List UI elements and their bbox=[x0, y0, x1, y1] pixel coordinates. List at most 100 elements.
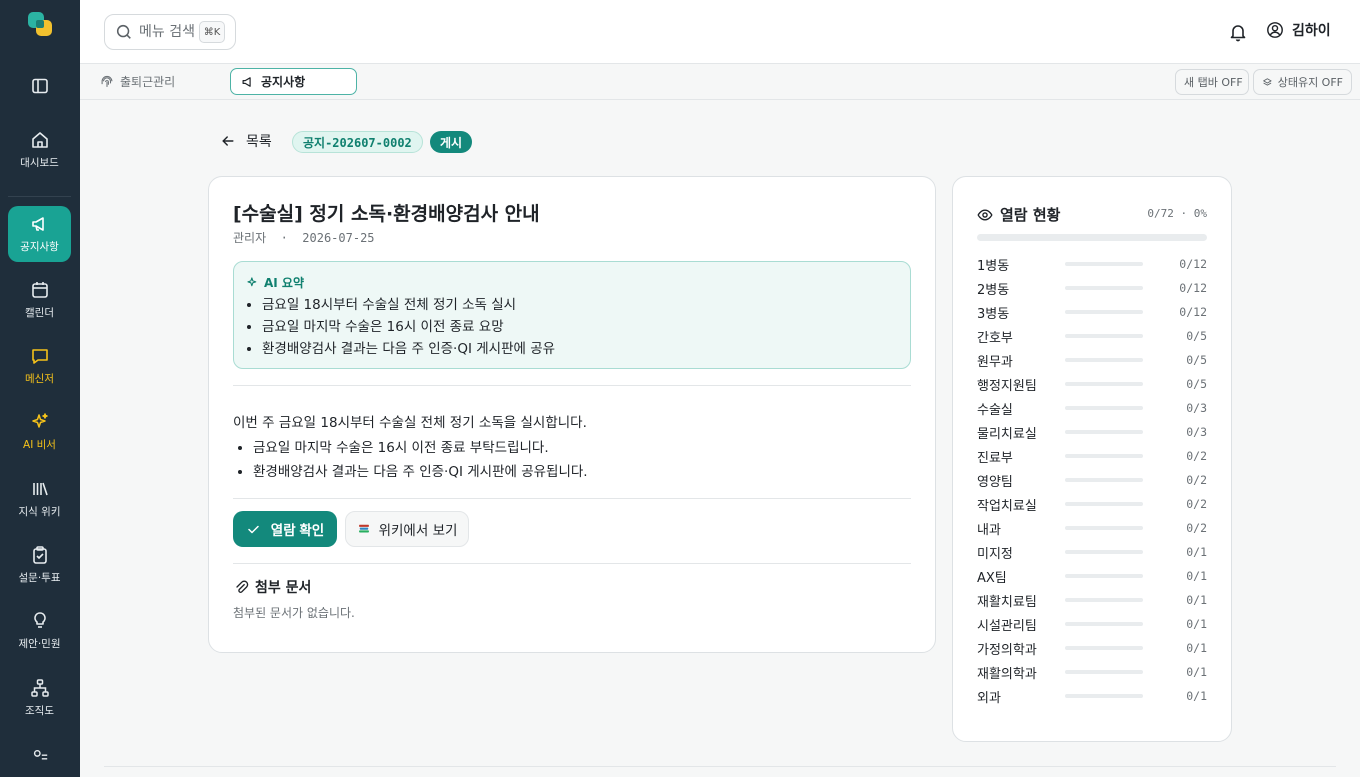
list-item: 미지정 0/1 bbox=[977, 540, 1207, 564]
sidebar-item-label: 설문·투표 bbox=[18, 572, 61, 584]
department-count: 0/2 bbox=[1186, 473, 1207, 487]
user-group-icon[interactable] bbox=[31, 748, 49, 766]
department-count: 0/5 bbox=[1186, 329, 1207, 343]
sidebar-item-messenger[interactable]: 메신저 bbox=[8, 338, 71, 394]
ai-summary-box: AI 요약 금요일 18시부터 수술실 전체 정기 소독 실시 금요일 마지막 … bbox=[233, 261, 911, 369]
sidebar-item-notice[interactable]: 공지사항 bbox=[8, 206, 71, 262]
new-tab-toggle[interactable]: 새 탭바 OFF bbox=[1175, 69, 1249, 95]
user-name: 김하이 bbox=[1292, 23, 1331, 39]
department-progress-bar bbox=[1065, 430, 1143, 434]
list-item: 금요일 마지막 수술은 16시 이전 종료 부탁드립니다. bbox=[253, 436, 588, 460]
department-count: 0/1 bbox=[1186, 593, 1207, 607]
sidebar: 대시보드 공지사항 캘린더 메신저 AI 비서 지식 위키 설문·투표 제안·민… bbox=[0, 0, 80, 777]
clipboard-icon bbox=[32, 546, 47, 564]
sidebar-item-suggestions[interactable]: 제안·민원 bbox=[8, 603, 71, 659]
department-name: 물리치료실 bbox=[977, 426, 1037, 442]
department-progress-bar bbox=[1065, 670, 1143, 674]
department-name: AX팀 bbox=[977, 570, 1007, 586]
department-name: 영양팀 bbox=[977, 474, 1013, 490]
bell-icon[interactable] bbox=[1228, 22, 1248, 42]
meta-separator: · bbox=[280, 231, 288, 245]
ai-summary-label: AI 요약 bbox=[264, 276, 305, 290]
sidebar-toggle-icon[interactable] bbox=[30, 76, 50, 96]
tab-label: 출퇴근관리 bbox=[120, 75, 176, 89]
status-badge: 게시 bbox=[430, 131, 473, 153]
attachments-label: 첨부 문서 bbox=[255, 580, 312, 596]
department-progress-bar bbox=[1065, 646, 1143, 650]
department-name: 간호부 bbox=[977, 330, 1013, 346]
sidebar-item-wiki[interactable]: 지식 위키 bbox=[8, 471, 71, 527]
footer-divider bbox=[104, 766, 1336, 767]
notice-card: [수술실] 정기 소독·환경배양검사 안내 관리자 · 2026-07-25 A… bbox=[208, 176, 936, 653]
tab-attendance[interactable]: 출퇴근관리 bbox=[90, 68, 185, 95]
back-to-list-button[interactable]: 목록 bbox=[220, 131, 272, 151]
list-item: 환경배양검사 결과는 다음 주 인증·QI 게시판에 공유됩니다. bbox=[253, 460, 588, 484]
app-logo[interactable] bbox=[28, 12, 54, 38]
divider bbox=[233, 385, 911, 386]
top-header: ⌘K 김하이 bbox=[80, 0, 1360, 64]
sparkle-icon bbox=[247, 277, 257, 287]
list-item: 시설관리팀 0/1 bbox=[977, 612, 1207, 636]
fingerprint-icon bbox=[101, 75, 113, 87]
list-item: 작업치료실 0/2 bbox=[977, 492, 1207, 516]
menu-search[interactable]: ⌘K bbox=[104, 14, 236, 50]
list-item: 행정지원팀 0/5 bbox=[977, 372, 1207, 396]
department-name: 수술실 bbox=[977, 402, 1013, 418]
department-name: 외과 bbox=[977, 690, 1001, 706]
department-name: 가정의학과 bbox=[977, 642, 1037, 658]
department-progress-bar bbox=[1065, 526, 1143, 530]
department-count: 0/1 bbox=[1186, 665, 1207, 679]
notice-date: 2026-07-25 bbox=[302, 231, 375, 245]
user-menu[interactable]: 김하이 bbox=[1266, 20, 1331, 40]
sidebar-item-calendar[interactable]: 캘린더 bbox=[8, 272, 71, 328]
toggle-label: 새 탭바 OFF bbox=[1184, 76, 1243, 89]
confirm-read-button[interactable]: 열람 확인 bbox=[233, 511, 337, 547]
department-progress-bar bbox=[1065, 286, 1143, 290]
chat-icon bbox=[31, 349, 48, 364]
tab-notice[interactable]: 공지사항 bbox=[230, 68, 357, 95]
sparkle-icon bbox=[31, 413, 48, 428]
list-item: 재활치료팀 0/1 bbox=[977, 588, 1207, 612]
divider bbox=[233, 498, 911, 499]
department-count: 0/12 bbox=[1179, 281, 1207, 295]
department-name: 진료부 bbox=[977, 450, 1013, 466]
list-item: 3병동 0/12 bbox=[977, 300, 1207, 324]
sidebar-item-label: AI 비서 bbox=[23, 439, 56, 451]
button-label: 열람 확인 bbox=[270, 523, 325, 538]
department-name: 3병동 bbox=[977, 306, 1010, 322]
department-count: 0/3 bbox=[1186, 401, 1207, 415]
department-progress-bar bbox=[1065, 478, 1143, 482]
department-count: 0/12 bbox=[1179, 305, 1207, 319]
department-progress-bar bbox=[1065, 358, 1143, 362]
calendar-icon bbox=[31, 282, 48, 298]
button-label: 위키에서 보기 bbox=[378, 523, 458, 539]
attachments-empty-text: 첨부된 문서가 없습니다. bbox=[233, 606, 355, 620]
sidebar-item-ai-assistant[interactable]: AI 비서 bbox=[8, 404, 71, 460]
department-count: 0/1 bbox=[1186, 641, 1207, 655]
org-chart-icon bbox=[30, 679, 49, 697]
library-icon bbox=[32, 482, 48, 496]
sidebar-item-survey[interactable]: 설문·투표 bbox=[8, 537, 71, 593]
department-count: 0/2 bbox=[1186, 521, 1207, 535]
read-status-header: 열람 현황 bbox=[977, 204, 1060, 225]
sidebar-item-label: 조직도 bbox=[25, 705, 54, 717]
department-name: 미지정 bbox=[977, 546, 1013, 562]
department-name: 내과 bbox=[977, 522, 1001, 538]
view-in-wiki-button[interactable]: 위키에서 보기 bbox=[345, 511, 469, 547]
total-progress-bar bbox=[977, 234, 1207, 241]
sidebar-item-dashboard[interactable]: 대시보드 bbox=[8, 122, 71, 178]
department-progress-bar bbox=[1065, 310, 1143, 314]
tab-bar: 출퇴근관리 공지사항 새 탭바 OFF 상태유지 OFF bbox=[80, 64, 1360, 100]
sidebar-item-org-chart[interactable]: 조직도 bbox=[8, 670, 71, 726]
notice-meta: 관리자 · 2026-07-25 bbox=[233, 229, 375, 246]
department-progress-bar bbox=[1065, 574, 1143, 578]
department-progress-bar bbox=[1065, 502, 1143, 506]
department-name: 시설관리팀 bbox=[977, 618, 1037, 634]
keep-state-toggle[interactable]: 상태유지 OFF bbox=[1253, 69, 1352, 95]
books-icon bbox=[358, 524, 369, 533]
search-input[interactable] bbox=[139, 24, 197, 40]
list-item: 금요일 18시부터 수술실 전체 정기 소독 실시 bbox=[262, 294, 555, 316]
department-progress-bar bbox=[1065, 406, 1143, 410]
attachments-header: 첨부 문서 bbox=[233, 577, 311, 597]
department-progress-bar bbox=[1065, 454, 1143, 458]
